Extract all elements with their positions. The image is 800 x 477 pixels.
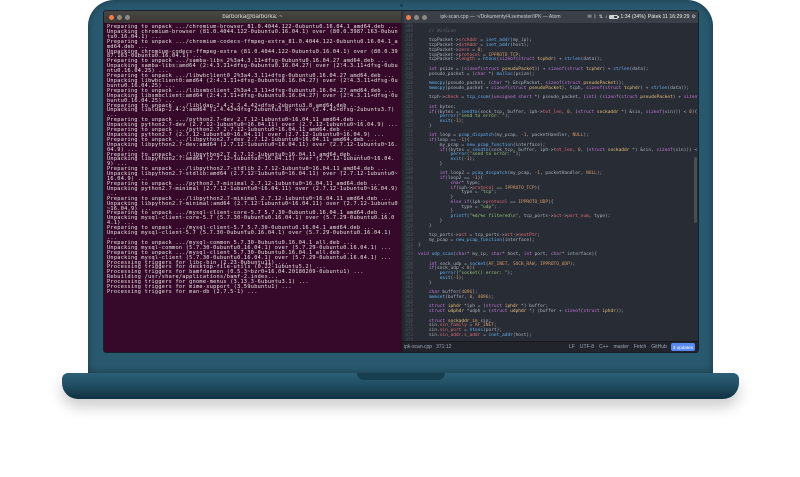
terminal-window: barborka@barborka: ~ Preparing to unpack… bbox=[104, 11, 401, 352]
battery-status[interactable]: 1:34 (34%) bbox=[620, 14, 645, 20]
mail-icon[interactable]: ✉ bbox=[587, 14, 591, 20]
laptop-notch bbox=[356, 373, 445, 380]
status-item[interactable]: Fetch bbox=[634, 344, 647, 350]
status-file[interactable]: ipk-scan.cpp bbox=[404, 344, 432, 350]
editor-titlebar: ipk-scan.cpp — ~/Dokumenty/4.semester/IP… bbox=[401, 11, 698, 23]
screen: barborka@barborka: ~ Preparing to unpack… bbox=[103, 10, 699, 353]
editor-maximize-button[interactable] bbox=[422, 14, 427, 20]
terminal-window-controls bbox=[109, 14, 130, 20]
terminal-minimize-button[interactable] bbox=[117, 14, 122, 20]
editor-window: ipk-scan.cpp — ~/Dokumenty/4.semester/IP… bbox=[401, 11, 698, 352]
code-line: memcpy(pseudo_packet + sizeof(struct pse… bbox=[428, 85, 690, 91]
tray-icons: ✉ ᛒ ⇅ ♪ bbox=[587, 14, 607, 20]
webcam bbox=[399, 4, 403, 7]
status-item[interactable]: GitHub bbox=[651, 344, 667, 350]
editor-scrollbar[interactable] bbox=[694, 156, 697, 223]
system-tray: ✉ ᛒ ⇅ ♪ 1:34 (34%) Pátek 11 16:29:29 ⚙ bbox=[587, 11, 696, 23]
terminal-close-button[interactable] bbox=[109, 14, 114, 20]
editor-window-controls bbox=[406, 14, 427, 20]
status-item[interactable]: master bbox=[613, 344, 628, 350]
line-number: 374 bbox=[405, 337, 413, 341]
battery-icon[interactable] bbox=[609, 15, 620, 19]
network-icon[interactable]: ⇅ bbox=[599, 14, 603, 20]
status-left: ipk-scan.cpp 371:12 bbox=[404, 344, 451, 350]
terminal-titlebar: barborka@barborka: ~ bbox=[104, 11, 401, 23]
terminal-line: Processing triggers for man-db (2.7.5-1)… bbox=[107, 288, 258, 295]
gear-icon[interactable]: ⚙ bbox=[692, 14, 696, 20]
terminal-title: barborka@barborka: ~ bbox=[222, 14, 283, 20]
editor-main: 308 309 310 311 312 313 314 315 316 317 318 319 320 3… bbox=[401, 23, 698, 341]
updates-badge[interactable]: 3 updates bbox=[670, 343, 695, 351]
editor-gutter: 308 309 310 311 312 313 314 315 316 317 318 319 320 3… bbox=[401, 23, 415, 341]
editor-minimize-button[interactable] bbox=[414, 14, 419, 20]
editor-title: ipk-scan.cpp — ~/Dokumenty/4.semester/IP… bbox=[440, 14, 561, 20]
editor-statusbar: ipk-scan.cpp 371:12 LF UTF-8 C++ master Fetc… bbox=[401, 341, 698, 352]
terminal-output[interactable]: Preparing to unpack .../chromium-browser… bbox=[104, 23, 401, 352]
clock[interactable]: Pátek 11 16:29:29 bbox=[648, 14, 690, 20]
editor-close-button[interactable] bbox=[406, 14, 411, 20]
laptop: barborka@barborka: ~ Preparing to unpack… bbox=[0, 0, 800, 477]
status-cursor-position[interactable]: 371:12 bbox=[436, 344, 451, 350]
sound-icon[interactable]: ♪ bbox=[605, 14, 608, 20]
status-item[interactable]: LF bbox=[569, 344, 575, 350]
laptop-lid: barborka@barborka: ~ Preparing to unpack… bbox=[88, 0, 713, 373]
laptop-base bbox=[62, 373, 739, 399]
status-right-items: LF UTF-8 C++ master Fetch GitHub bbox=[569, 344, 667, 350]
status-item[interactable]: C++ bbox=[599, 344, 608, 350]
status-item[interactable]: UTF-8 bbox=[580, 344, 594, 350]
bluetooth-icon[interactable]: ᛒ bbox=[594, 14, 597, 20]
code-line: tcph->check = tcp_csum((unsigned short *… bbox=[418, 95, 698, 101]
terminal-maximize-button[interactable] bbox=[125, 14, 130, 20]
editor-code[interactable]: // WinScan tcpPacket->srcAddr = inet_add… bbox=[415, 23, 698, 341]
